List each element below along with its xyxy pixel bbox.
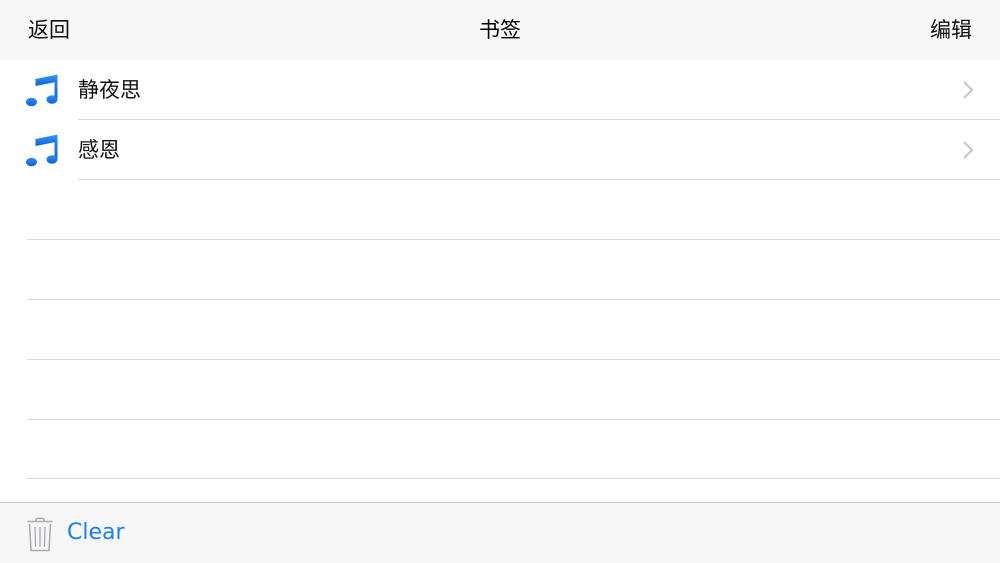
bookmark-list: 静夜思 感恩 — [0, 60, 1000, 502]
navigation-bar: 返回 书签 编辑 — [0, 0, 1000, 60]
trash-icon[interactable] — [26, 515, 54, 553]
list-item-label: 静夜思 — [78, 78, 141, 102]
chevron-right-icon — [963, 141, 974, 159]
empty-row-separator — [27, 478, 1000, 479]
list-item[interactable]: 静夜思 — [0, 60, 1000, 120]
bookmarks-screen: 返回 书签 编辑 静夜思 感恩 Clear — [0, 0, 1000, 563]
chevron-right-icon — [963, 81, 974, 99]
list-item-label: 感恩 — [78, 138, 120, 162]
list-item[interactable]: 感恩 — [0, 120, 1000, 180]
bottom-toolbar: Clear — [0, 502, 1000, 563]
empty-row-separator — [27, 359, 1000, 360]
clear-button[interactable]: Clear — [67, 503, 125, 563]
empty-row-separator — [27, 239, 1000, 240]
empty-row-separator — [27, 299, 1000, 300]
page-title: 书签 — [479, 18, 521, 42]
edit-button[interactable]: 编辑 — [930, 0, 972, 60]
music-note-icon — [26, 74, 58, 107]
empty-row-separator — [27, 419, 1000, 420]
row-separator — [78, 179, 1000, 180]
music-note-icon — [26, 134, 58, 167]
